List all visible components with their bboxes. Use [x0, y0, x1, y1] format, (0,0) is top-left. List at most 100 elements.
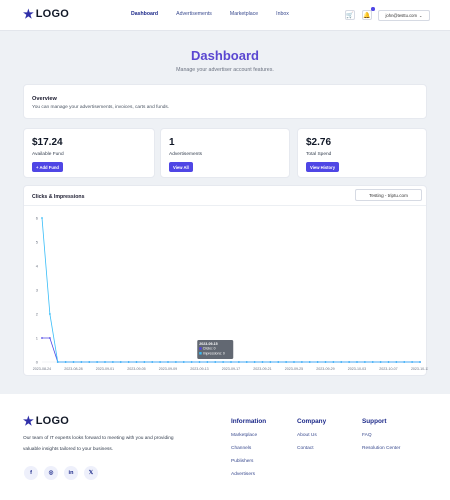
data-point-impressions: [363, 361, 366, 363]
data-point-impressions: [214, 361, 217, 363]
overview-text: You can manage your advertisements, invo…: [32, 105, 170, 110]
cart-button[interactable]: 🛒: [345, 10, 355, 20]
logo-text: LOGO: [35, 8, 69, 20]
footer-description: Our team of IT experts looks forward to …: [23, 436, 174, 452]
x-tick-label: 2023-08-24: [33, 367, 51, 371]
data-point-impressions: [419, 361, 421, 363]
top-navbar: ★ LOGO Dashboard Advertisements Marketpl…: [0, 0, 450, 31]
advertisements-value: 1: [169, 137, 175, 148]
instagram-icon[interactable]: ◎: [44, 466, 58, 480]
notification-dot: [371, 7, 375, 11]
page-subtitle: Manage your advertiser account features.: [176, 67, 274, 73]
stat-card-spend: $2.76 Total Spend View History: [297, 128, 427, 178]
main-nav: Dashboard Advertisements Marketplace Inb…: [131, 11, 289, 17]
data-point-impressions: [253, 361, 256, 363]
tooltip-swatch: [199, 352, 202, 355]
view-history-button[interactable]: View History: [306, 162, 340, 172]
data-point-impressions: [96, 361, 99, 363]
data-point-impressions: [387, 361, 390, 363]
data-point-impressions: [308, 361, 311, 363]
x-tick-label: 2023-09-13: [190, 367, 208, 371]
footer-link-resolution-center[interactable]: Resolution Center: [362, 446, 400, 451]
stat-card-ads: 1 Advertisements View All: [160, 128, 290, 178]
footer-link-contact[interactable]: Contact: [297, 446, 314, 451]
y-tick-label: 6: [36, 216, 39, 221]
footer-link-about-us[interactable]: About Us: [297, 433, 317, 438]
data-point-impressions: [269, 361, 272, 363]
data-point-impressions: [159, 361, 162, 363]
nav-dashboard[interactable]: Dashboard: [131, 11, 158, 17]
nav-marketplace[interactable]: Marketplace: [230, 11, 258, 17]
data-point-impressions: [261, 361, 264, 363]
footer-link-advertisers[interactable]: Advertisers: [231, 472, 255, 477]
x-tick-label: 2023-09-05: [127, 367, 145, 371]
data-point-impressions: [56, 361, 59, 363]
y-tick-label: 0: [36, 360, 39, 365]
available-fund-label: Available Fund: [32, 152, 64, 157]
x-tick-label: 2023-08-28: [64, 367, 82, 371]
notifications-button[interactable]: 🔔: [362, 10, 372, 20]
data-point-impressions: [293, 361, 295, 363]
data-point-impressions: [151, 361, 154, 363]
x-tick-label: 2023-10-11: [411, 367, 428, 371]
y-tick-label: 3: [36, 288, 39, 293]
data-point-impressions: [379, 361, 382, 363]
footer-link-marketplace[interactable]: Marketplace: [231, 433, 257, 438]
data-point-impressions: [111, 361, 114, 363]
campaign-select[interactable]: Testing - triptu.com: [355, 189, 422, 201]
data-point-impressions: [324, 361, 327, 363]
data-point-impressions: [300, 361, 303, 363]
data-point-impressions: [277, 361, 280, 363]
x-tick-label: 2023-09-25: [285, 367, 303, 371]
clicks-impressions-chart: 0 1 2 3 4 5 6 2023-08-24 2023-08-28 2023-09-01 202…: [33, 216, 428, 372]
data-point-impressions: [245, 361, 248, 363]
x-tick-label: 2023-09-01: [96, 367, 114, 371]
data-point-impressions: [230, 361, 232, 363]
x-tick-label: 2023-10-03: [348, 367, 366, 371]
x-tick-label: 2023-10-07: [379, 367, 397, 371]
data-point-impressions: [104, 361, 106, 363]
data-point-impressions: [285, 361, 288, 363]
data-point-impressions: [174, 361, 177, 363]
data-point-impressions: [332, 361, 335, 363]
data-point-impressions: [348, 361, 351, 363]
data-point-impressions: [198, 361, 201, 363]
view-all-button[interactable]: View All: [169, 162, 193, 172]
nav-advertisements[interactable]: Advertisements: [176, 11, 212, 17]
overview-title: Overview: [32, 96, 57, 102]
linkedin-icon[interactable]: in: [64, 466, 78, 480]
available-fund-value: $17.24: [32, 137, 63, 148]
add-fund-button[interactable]: + Add Fund: [32, 162, 63, 172]
footer-support-title: Support: [362, 418, 387, 425]
x-icon[interactable]: 𝕏: [84, 466, 98, 480]
data-point-clicks: [41, 337, 43, 339]
stat-card-funds: $17.24 Available Fund + Add Fund: [23, 128, 155, 178]
user-menu-button[interactable]: john@testtu.com ⌄: [378, 10, 430, 21]
total-spend-value: $2.76: [306, 137, 332, 148]
nav-inbox[interactable]: Inbox: [276, 11, 289, 17]
y-tick-label: 1: [36, 336, 39, 341]
data-point-impressions: [411, 361, 414, 363]
data-point-impressions: [403, 361, 406, 363]
data-point-impressions: [206, 361, 209, 363]
tooltip-swatch: [199, 347, 202, 350]
cart-icon: 🛒: [346, 12, 354, 19]
footer-link-channels[interactable]: Channels: [231, 446, 251, 451]
star-logo-icon: ★: [23, 414, 34, 428]
footer-link-faq[interactable]: FAQ: [362, 433, 372, 438]
advertisements-label: Advertisements: [169, 152, 203, 157]
footer-link-publishers[interactable]: Publishers: [231, 459, 253, 464]
header-logo[interactable]: ★ LOGO: [23, 8, 69, 20]
footer-logo-text: LOGO: [35, 415, 69, 427]
facebook-icon[interactable]: f: [24, 466, 38, 480]
data-point-impressions: [190, 361, 193, 363]
data-point-clicks: [48, 337, 51, 339]
chevron-down-icon: ⌄: [418, 13, 423, 18]
chart-card: Clicks & Impressions Testing - triptu.co…: [23, 185, 428, 376]
x-tick-label: 2023-09-17: [222, 367, 240, 371]
data-point-impressions: [48, 313, 51, 315]
data-point-impressions: [88, 361, 91, 363]
user-email: john@testtu.com: [385, 13, 417, 18]
data-point-impressions: [41, 217, 43, 219]
footer-logo[interactable]: ★ LOGO: [23, 415, 69, 427]
